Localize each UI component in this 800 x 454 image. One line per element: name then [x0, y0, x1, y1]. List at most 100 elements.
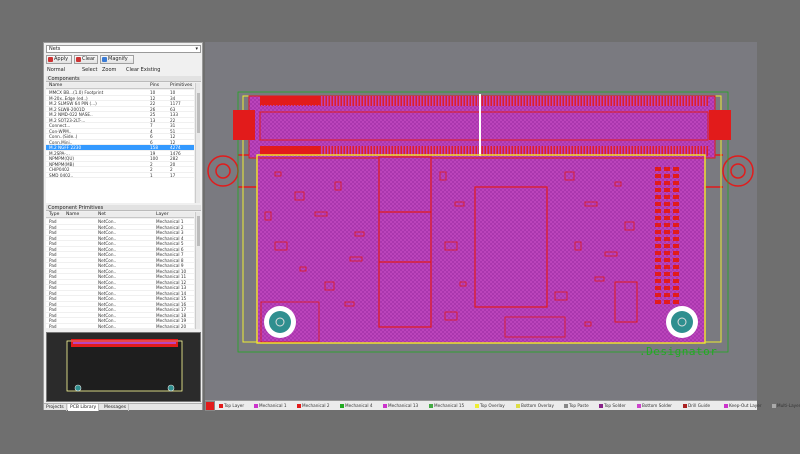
- layer-tab[interactable]: Top Paste: [564, 402, 589, 410]
- apply-button[interactable]: Apply: [46, 55, 72, 64]
- pad: [664, 209, 670, 213]
- mode-clear-existing-checkbox[interactable]: Clear Existing: [126, 67, 160, 73]
- pad: [664, 181, 670, 185]
- app-window: Nets ▾ Apply Clear Magnify Normal Select…: [0, 0, 800, 454]
- designator-label[interactable]: .Designator: [639, 345, 717, 358]
- layer-tab-label: Multi-Layer: [777, 403, 800, 408]
- layer-color-swatch: [683, 404, 687, 408]
- pad: [664, 202, 670, 206]
- primitive-cell: NetCon..: [98, 323, 117, 329]
- mode-zoom-checkbox[interactable]: Zoom: [102, 67, 116, 73]
- pad: [655, 216, 661, 220]
- component-row[interactable]: SMD 0402.. 1 17: [46, 172, 194, 178]
- col-type[interactable]: Type: [49, 212, 59, 218]
- col-prim-name[interactable]: Name: [66, 212, 79, 218]
- col-name[interactable]: Name: [49, 83, 62, 89]
- chevron-down-icon[interactable]: ▾: [195, 46, 198, 53]
- pad: [655, 265, 661, 269]
- components-scrollbar[interactable]: [195, 83, 200, 203]
- primitive-row[interactable]: Pad NetCon.. Mechanical 20: [46, 323, 194, 329]
- primitives-section-header: Component Primitives: [46, 205, 201, 211]
- layer-tab[interactable]: Mechanical 2: [297, 402, 330, 410]
- pad: [655, 223, 661, 227]
- pad: [655, 258, 661, 262]
- pcb-library-panel: Nets ▾ Apply Clear Magnify Normal Select…: [43, 42, 203, 411]
- primitive-cell: Mechanical 20: [156, 323, 187, 329]
- layer-color-swatch: [599, 404, 603, 408]
- board-minimap[interactable]: [46, 332, 201, 402]
- component-cell: 17: [170, 172, 176, 178]
- pad: [664, 195, 670, 199]
- layer-tab[interactable]: Multi-Layer: [772, 402, 800, 410]
- clear-icon: [76, 57, 81, 62]
- pad: [673, 237, 679, 241]
- layer-tab[interactable]: Drill Guide: [683, 402, 710, 410]
- pad: [673, 244, 679, 248]
- tab-messages[interactable]: Messages: [102, 404, 130, 411]
- primitives-scrollbar[interactable]: [195, 212, 200, 329]
- layer-tab[interactable]: Top Layer: [219, 402, 244, 410]
- mode-normal-select[interactable]: Normal: [47, 67, 65, 73]
- pad: [664, 293, 670, 297]
- layer-tab[interactable]: Bottom Solder: [637, 402, 672, 410]
- pad: [655, 251, 661, 255]
- layer-color-swatch: [564, 404, 568, 408]
- tab-pcb-library[interactable]: PCB Library: [68, 404, 100, 411]
- layer-tab-label: Bottom Solder: [642, 403, 673, 408]
- pad: [655, 188, 661, 192]
- col-pins[interactable]: Pins: [150, 83, 159, 89]
- layer-tab-label: Mechanical 2: [302, 403, 330, 408]
- pad: [664, 216, 670, 220]
- layer-tab-label: Top Paste: [569, 403, 589, 408]
- pad: [673, 223, 679, 227]
- pad: [664, 258, 670, 262]
- pad: [673, 293, 679, 297]
- layer-tab-label: Mechanical 1: [259, 403, 287, 408]
- layer-tab-bar: Top Layer Mechanical 1 Mechanical 2 Mechani…: [205, 400, 800, 411]
- pad: [673, 300, 679, 304]
- pad: [655, 181, 661, 185]
- layer-tab[interactable]: Mechanical 1: [254, 402, 287, 410]
- filter-combo-value: Nets: [49, 46, 61, 52]
- layer-color-swatch: [724, 404, 728, 408]
- layer-tab[interactable]: Mechanical 4: [340, 402, 373, 410]
- col-net[interactable]: Net: [98, 212, 106, 218]
- mode-select-checkbox[interactable]: Select: [82, 67, 97, 73]
- layer-tab[interactable]: Mechanical 15: [429, 402, 464, 410]
- component-cell: SMD 0402..: [49, 172, 74, 178]
- pad: [655, 244, 661, 248]
- pad: [664, 265, 670, 269]
- magnify-button[interactable]: Magnify: [100, 55, 134, 64]
- tab-projects[interactable]: Projects: [44, 404, 67, 411]
- clear-button[interactable]: Clear: [74, 55, 98, 64]
- pad: [673, 181, 679, 185]
- col-layer[interactable]: Layer: [156, 212, 169, 218]
- pad: [655, 209, 661, 213]
- pad: [664, 272, 670, 276]
- layer-tab[interactable]: Top Overlay: [475, 402, 505, 410]
- layer-color-swatch: [516, 404, 520, 408]
- layer-tab-label: Bottom Overlay: [521, 403, 554, 408]
- pad: [664, 188, 670, 192]
- layer-tab-label: Top Layer: [224, 403, 245, 408]
- pad: [655, 300, 661, 304]
- layer-tab[interactable]: Mechanical 13: [383, 402, 418, 410]
- layer-color-swatch: [429, 404, 433, 408]
- layer-color-swatch: [219, 404, 223, 408]
- col-primitives[interactable]: Primitives: [170, 83, 192, 89]
- primitives-list: Pad NetCon.. Mechanical 1 Pad NetCon.. Mechan…: [46, 219, 194, 329]
- layer-tab[interactable]: Top Solder: [599, 402, 626, 410]
- pcb-canvas[interactable]: .Designator: [205, 42, 757, 400]
- filter-combo[interactable]: Nets ▾: [46, 45, 201, 53]
- pad: [673, 216, 679, 220]
- pad: [673, 279, 679, 283]
- pad: [673, 265, 679, 269]
- pad: [673, 286, 679, 290]
- layer-tab-label: Mechanical 15: [434, 403, 465, 408]
- current-layer-swatch[interactable]: [205, 401, 215, 411]
- pad: [673, 202, 679, 206]
- pad: [655, 195, 661, 199]
- layer-tab[interactable]: Keep-Out Layer: [724, 402, 762, 410]
- components-table-header: Name Pins Primitives: [46, 83, 194, 89]
- layer-tab[interactable]: Bottom Overlay: [516, 402, 554, 410]
